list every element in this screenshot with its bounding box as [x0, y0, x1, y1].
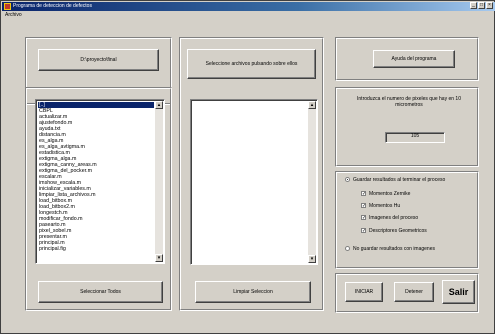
- exit-button[interactable]: Salir: [442, 280, 475, 304]
- close-button[interactable]: ×: [486, 2, 493, 9]
- checkbox-checked-icon: ✓: [361, 203, 367, 209]
- scroll-down-icon[interactable]: ▾: [155, 254, 163, 262]
- selected-list-scrollbar[interactable]: ▴ ▾: [308, 101, 316, 263]
- radio-selected-icon: [345, 177, 350, 182]
- option-zernike[interactable]: ✓ Momentos Zernike: [361, 190, 410, 197]
- option-process-images-label: Imagenes del proceso: [369, 214, 419, 221]
- radio-empty-icon: [345, 246, 350, 251]
- file-list-scrollbar[interactable]: ▴ ▾: [155, 101, 163, 262]
- menu-item-file[interactable]: Archivo: [5, 12, 22, 19]
- start-button[interactable]: INICIAR: [345, 282, 383, 302]
- window-title: Programa de deteccion de defectos: [13, 3, 92, 9]
- select-all-button[interactable]: Seleccionar Todos: [38, 281, 163, 303]
- clear-selection-button[interactable]: Limpiar Seleccion: [195, 281, 311, 303]
- option-process-images[interactable]: ✓ Imagenes del proceso: [361, 214, 418, 221]
- pixels-label: Introduzca el numero de pixeles que hay …: [357, 96, 461, 108]
- file-list: [..] CBPL actualizar.m ajustefondo.m ayuda.t…: [38, 102, 154, 252]
- scroll-up-icon[interactable]: ▴: [308, 101, 316, 109]
- option-geometric-label: Descriptores Geometricos: [369, 227, 427, 234]
- option-hu-label: Momentos Hu: [369, 202, 401, 209]
- scroll-down-icon[interactable]: ▾: [308, 255, 316, 263]
- checkbox-checked-icon: ✓: [361, 191, 367, 197]
- file-list-item[interactable]: principal.fig: [38, 246, 154, 252]
- checkbox-checked-icon: ✓: [361, 228, 367, 234]
- maximize-button[interactable]: □: [478, 2, 485, 9]
- main-window: Programa de deteccion de defectos _ □ × …: [0, 0, 495, 334]
- minimize-button[interactable]: _: [470, 2, 477, 9]
- save-results-label: Guardar resultados al terminar el proces…: [353, 176, 446, 183]
- pixels-input[interactable]: 105: [385, 132, 445, 143]
- no-save-radio[interactable]: No guardar resultados con imagenes: [345, 245, 435, 252]
- option-geometric[interactable]: ✓ Descriptores Geometricos: [361, 227, 427, 234]
- save-results-radio[interactable]: Guardar resultados al terminar el proces…: [345, 176, 445, 183]
- selection-header-button[interactable]: Seleccione archivos pulsando sobre ellos: [187, 49, 316, 79]
- selected-files-listbox[interactable]: ▴ ▾: [190, 99, 318, 265]
- file-listbox[interactable]: [..] CBPL actualizar.m ajustefondo.m ayuda.t…: [35, 99, 165, 264]
- help-button[interactable]: Ayuda del programa: [373, 50, 455, 68]
- checkbox-checked-icon: ✓: [361, 215, 367, 221]
- app-icon: [4, 3, 11, 10]
- title-bar: Programa de deteccion de defectos: [2, 2, 495, 11]
- option-hu[interactable]: ✓ Momentos Hu: [361, 202, 400, 209]
- directory-button[interactable]: D:\proyecto\final: [38, 49, 159, 71]
- scroll-up-icon[interactable]: ▴: [155, 101, 163, 109]
- option-zernike-label: Momentos Zernike: [369, 190, 411, 197]
- stop-button[interactable]: Detener: [394, 282, 434, 302]
- no-save-label: No guardar resultados con imagenes: [353, 245, 435, 252]
